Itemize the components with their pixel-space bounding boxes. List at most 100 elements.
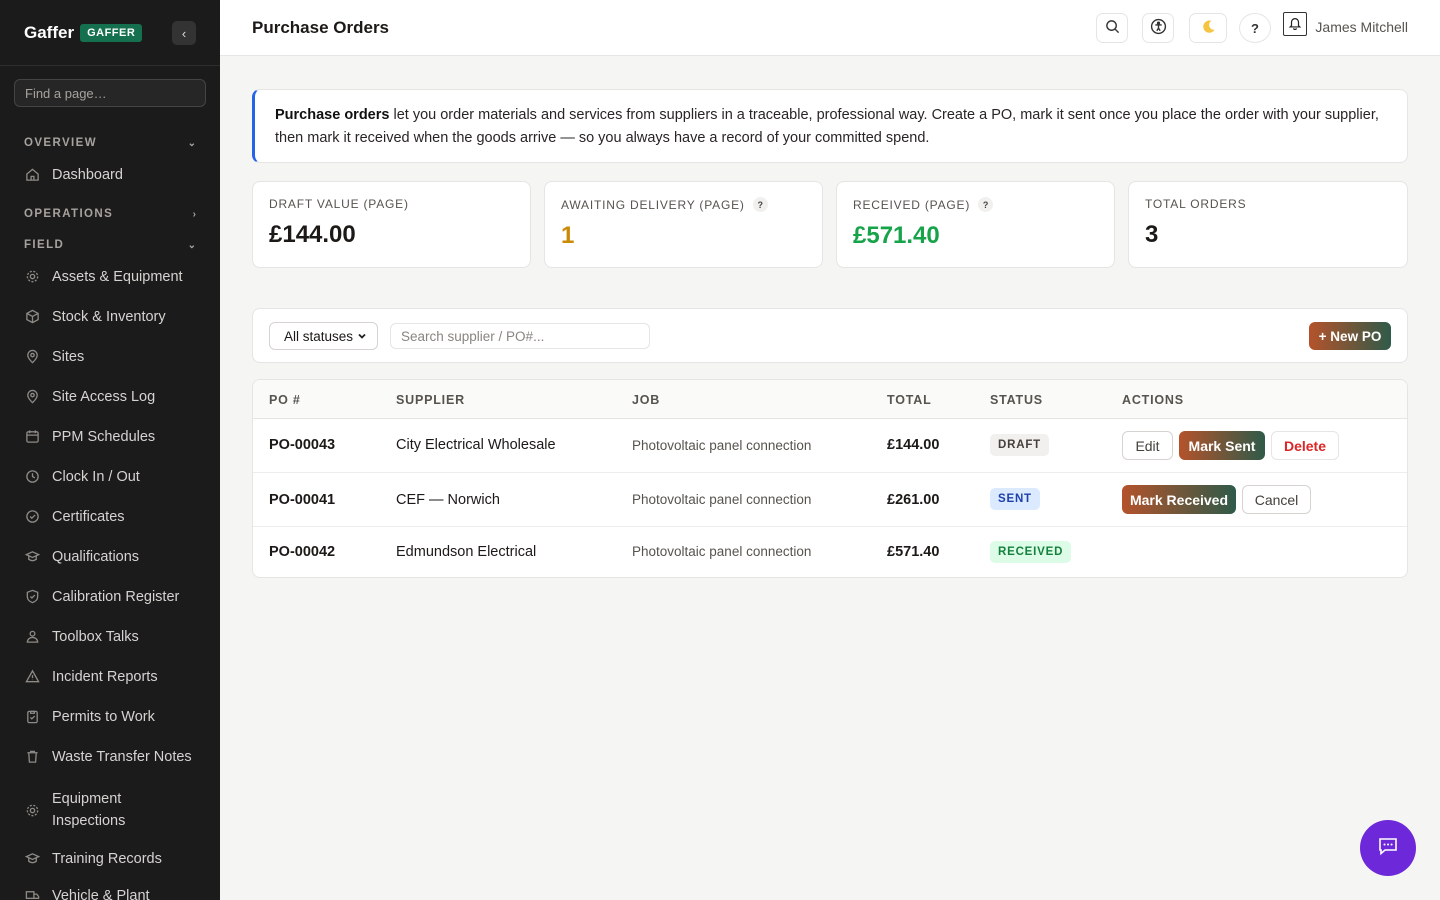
stat-value: 1	[561, 222, 575, 249]
check-circle-icon	[24, 508, 41, 525]
section-overview[interactable]: OVERVIEW ⌄	[24, 137, 196, 149]
sidebar-item-label: Assets & Equipment	[52, 268, 183, 285]
gear-icon	[24, 802, 41, 819]
column-header: STATUS	[990, 393, 1043, 407]
mark-received-button[interactable]: Mark Received	[1122, 485, 1236, 514]
purchase-orders-table: PO # SUPPLIER JOB TOTAL STATUS ACTIONS P…	[252, 379, 1408, 578]
sidebar-item-permits-to-work[interactable]: Permits to Work	[24, 708, 212, 725]
section-label: OPERATIONS	[24, 208, 114, 220]
calendar-icon	[24, 428, 41, 445]
table-row: PO-00043 City Electrical Wholesale Photo…	[253, 419, 1407, 473]
location-icon	[24, 348, 41, 365]
search-input[interactable]: Search supplier / PO#...	[390, 323, 650, 349]
section-operations[interactable]: OPERATIONS ›	[24, 208, 196, 220]
accessibility-icon	[1150, 18, 1167, 38]
graduation-icon	[24, 850, 41, 867]
sidebar-item-training-records[interactable]: Training Records	[24, 850, 212, 867]
sidebar-item-label: Sites	[52, 348, 85, 365]
sidebar-item-label: Certificates	[52, 508, 125, 525]
section-field[interactable]: FIELD ⌄	[24, 239, 196, 251]
page-title: Purchase Orders	[252, 18, 390, 37]
job-name: Photovoltaic panel connection	[632, 492, 812, 507]
supplier-name: City Electrical Wholesale	[396, 437, 556, 453]
info-banner-title: Purchase orders	[275, 107, 390, 123]
sidebar-item-label: Stock & Inventory	[52, 308, 166, 325]
po-total: £144.00	[887, 437, 940, 453]
table-row: PO-00041 CEF — Norwich Photovoltaic pane…	[253, 473, 1407, 527]
chevron-left-icon: ‹	[181, 25, 187, 41]
sidebar-item-assets[interactable]: Assets & Equipment	[24, 268, 212, 285]
chat-icon	[1377, 835, 1399, 862]
sidebar-item-certificates[interactable]: Certificates	[24, 508, 212, 525]
sidebar-item-label: Permits to Work	[52, 708, 155, 725]
column-header: ACTIONS	[1122, 393, 1184, 407]
sidebar-item-clock-in-out[interactable]: Clock In / Out	[24, 468, 212, 485]
supplier-name: Edmundson Electrical	[396, 544, 537, 560]
help-button[interactable]: ?	[1239, 13, 1271, 43]
collapse-sidebar-button[interactable]: ‹	[172, 21, 196, 45]
stat-label: DRAFT VALUE (PAGE)	[269, 197, 514, 211]
mark-sent-button[interactable]: Mark Sent	[1179, 431, 1265, 460]
status-badge: RECEIVED	[990, 541, 1072, 563]
delete-button[interactable]: Delete	[1271, 431, 1339, 460]
sidebar-item-site-access-log[interactable]: Site Access Log	[24, 388, 212, 405]
edit-button[interactable]: Edit	[1122, 431, 1173, 460]
column-header: PO #	[269, 393, 301, 407]
status-select-value: All statuses	[284, 328, 354, 344]
chevron-down-icon: ⌄	[187, 137, 196, 149]
notifications-button[interactable]	[1283, 12, 1307, 36]
sidebar-item-label: Incident Reports	[52, 668, 158, 685]
sidebar-item-stock[interactable]: Stock & Inventory	[24, 308, 212, 325]
gear-icon	[24, 268, 41, 285]
stat-card-draft-value: DRAFT VALUE (PAGE) £144.00	[252, 181, 531, 268]
po-number[interactable]: PO-00041	[269, 492, 335, 508]
cancel-button[interactable]: Cancel	[1242, 485, 1311, 514]
job-name: Photovoltaic panel connection	[632, 438, 812, 453]
accessibility-button[interactable]	[1142, 13, 1174, 43]
chevron-down-icon: ⌄	[187, 239, 196, 251]
sidebar-item-ppm-schedules[interactable]: PPM Schedules	[24, 428, 212, 445]
stat-label-text: TOTAL ORDERS	[1145, 197, 1247, 211]
sidebar: Gaffer GAFFER ‹ Find a page… OVERVIEW ⌄ …	[0, 0, 220, 900]
user-name[interactable]: James Mitchell	[1315, 19, 1408, 35]
help-icon[interactable]: ?	[752, 197, 768, 212]
filter-bar: All statuses Search supplier / PO#... + …	[252, 308, 1408, 363]
job-name: Photovoltaic panel connection	[632, 544, 812, 559]
sidebar-item-vehicle-plant[interactable]: Vehicle & Plant	[24, 887, 212, 900]
sidebar-item-qualifications[interactable]: Qualifications	[24, 548, 212, 565]
shield-icon	[24, 588, 41, 605]
bell-icon	[1288, 16, 1302, 33]
users-icon	[24, 628, 41, 645]
warning-icon	[24, 668, 41, 685]
stat-card-received: RECEIVED (PAGE)? £571.40	[836, 181, 1115, 268]
sidebar-item-calibration-register[interactable]: Calibration Register	[24, 588, 212, 605]
help-icon[interactable]: ?	[978, 197, 994, 212]
stat-card-total-orders: TOTAL ORDERS 3	[1128, 181, 1408, 268]
top-bar: Purchase Orders ? James Mitchell	[220, 0, 1440, 56]
sidebar-item-label: Vehicle & Plant	[52, 887, 150, 900]
search-button[interactable]	[1096, 13, 1128, 43]
sidebar-item-sites[interactable]: Sites	[24, 348, 212, 365]
home-icon	[24, 166, 41, 183]
status-select[interactable]: All statuses	[269, 322, 378, 350]
po-number[interactable]: PO-00043	[269, 437, 335, 453]
sidebar-item-label: Waste Transfer Notes	[52, 748, 192, 765]
po-total: £261.00	[887, 492, 940, 508]
sidebar-item-toolbox-talks[interactable]: Toolbox Talks	[24, 628, 212, 645]
chat-button[interactable]	[1360, 820, 1416, 876]
sidebar-item-dashboard[interactable]: Dashboard	[24, 166, 212, 183]
sidebar-item-waste-transfer-notes[interactable]: Waste Transfer Notes	[24, 748, 212, 765]
clock-icon	[24, 468, 41, 485]
po-number[interactable]: PO-00042	[269, 544, 335, 560]
location-icon	[24, 388, 41, 405]
new-po-button[interactable]: + New PO	[1309, 322, 1391, 350]
stat-label: AWAITING DELIVERY (PAGE)?	[561, 197, 806, 212]
find-page-input[interactable]: Find a page…	[14, 79, 206, 107]
sidebar-item-equipment-inspections[interactable]: Equipment Inspections	[24, 788, 212, 832]
sidebar-item-incident-reports[interactable]: Incident Reports	[24, 668, 212, 685]
theme-toggle-button[interactable]	[1189, 13, 1227, 43]
sidebar-item-label: Site Access Log	[52, 388, 156, 405]
brand-name: Gaffer	[24, 22, 75, 42]
table-header: PO # SUPPLIER JOB TOTAL STATUS ACTIONS	[253, 380, 1407, 419]
status-badge: SENT	[990, 488, 1040, 510]
